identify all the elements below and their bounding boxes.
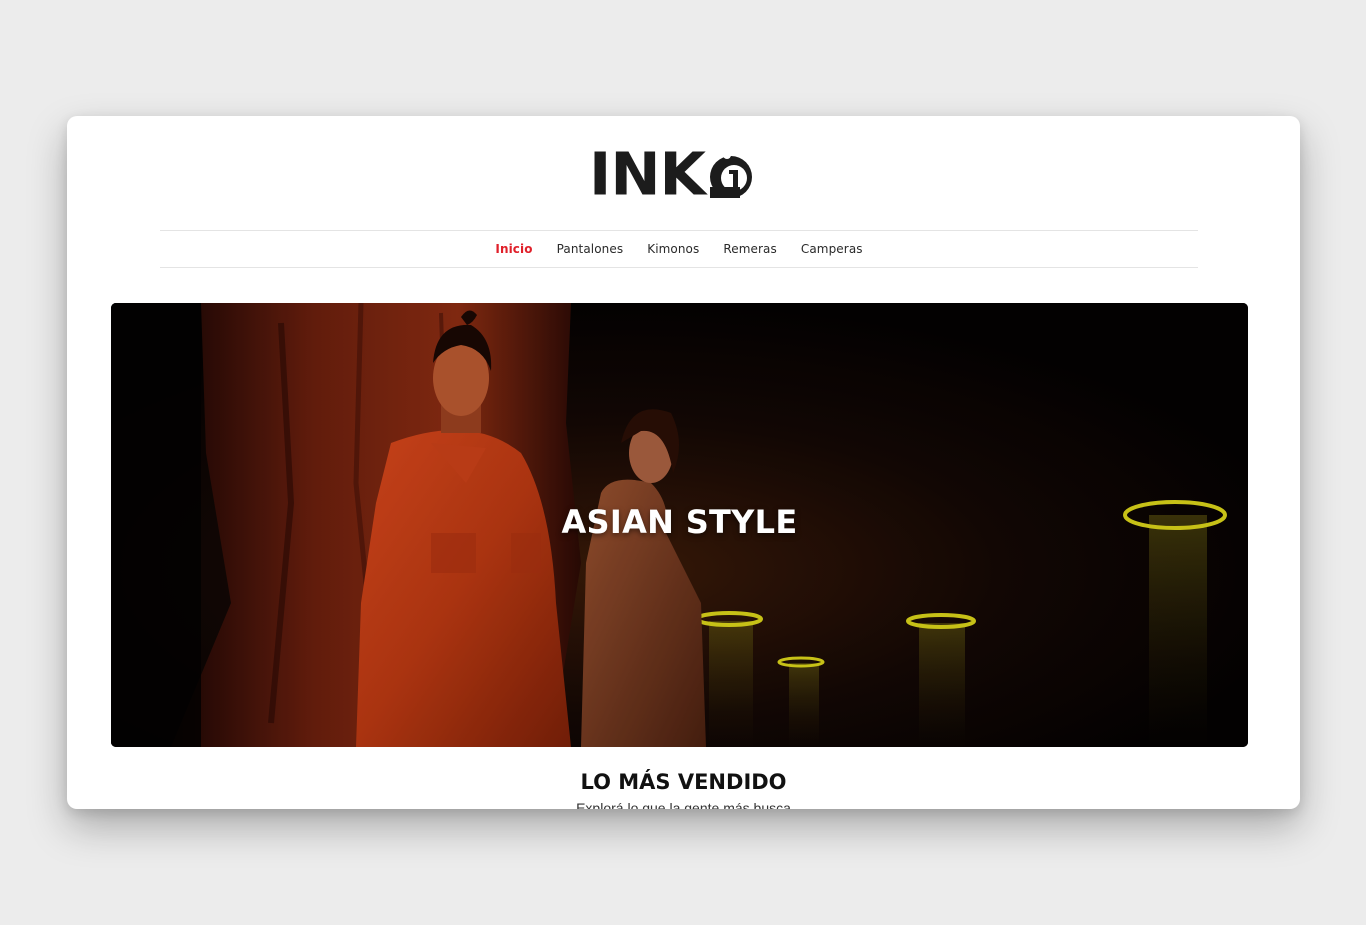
logo-wordmark: INK [589,140,706,210]
nav-item-camperas[interactable]: Camperas [801,242,863,256]
bestsellers-subtitle: Explorá lo que la gente más busca [576,800,791,809]
main-navigation: Inicio Pantalones Kimonos Remeras Camper… [160,230,1198,268]
browser-window: INK Inicio Pantalones Kimonos Remeras Ca… [67,116,1300,809]
nav-item-remeras[interactable]: Remeras [723,242,777,256]
nav-item-inicio[interactable]: Inicio [495,242,532,256]
brand-logo[interactable]: INK [589,146,769,204]
bestsellers-title: LO MÁS VENDIDO [580,770,787,794]
logo-mark-icon [710,151,753,198]
nav-item-pantalones[interactable]: Pantalones [557,242,624,256]
hero-title: ASIAN STYLE [561,503,798,541]
nav-item-kimonos[interactable]: Kimonos [647,242,699,256]
hero-banner[interactable]: ASIAN STYLE [111,303,1248,747]
